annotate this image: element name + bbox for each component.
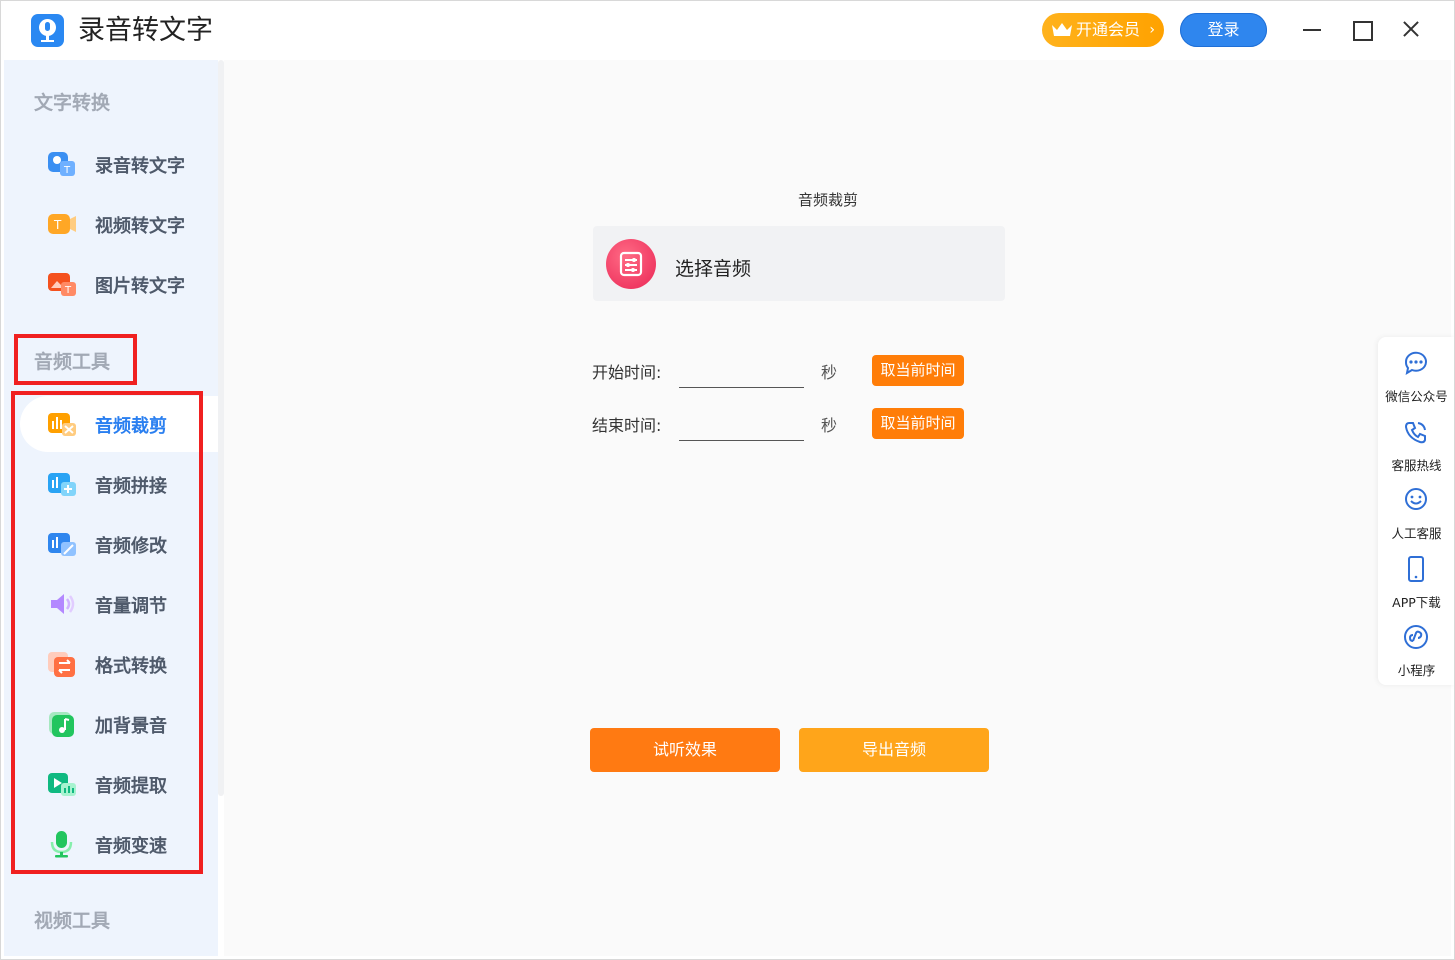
end-take-current-time-button[interactable]: 取当前时间 xyxy=(872,408,964,439)
chevron-right-icon: › xyxy=(1149,22,1155,38)
rail-label: 人工客服 xyxy=(1391,526,1442,541)
mini-program-icon xyxy=(1404,625,1428,649)
sidebar-item-label: 图片转文字 xyxy=(95,276,185,297)
app-logo-mic-icon xyxy=(31,14,64,47)
rail-label: 微信公众号 xyxy=(1385,389,1448,404)
right-service-rail: 微信公众号 客服热线 人工客服 APP下载 小程序 xyxy=(1378,337,1455,685)
volume-icon xyxy=(51,594,75,614)
sidebar-item-label: 音频拼接 xyxy=(95,476,167,497)
rail-item-mini-program[interactable]: 小程序 xyxy=(1378,615,1455,679)
sidebar-item-label: 视频转文字 xyxy=(95,216,185,237)
sidebar-item-label: 录音转文字 xyxy=(95,156,185,177)
rail-label: 小程序 xyxy=(1397,663,1436,678)
sidebar-item-video-to-text[interactable]: T 视频转文字 xyxy=(20,196,218,252)
sidebar-item-label: 音频变速 xyxy=(95,836,167,857)
close-button[interactable] xyxy=(1396,14,1426,44)
sidebar-item-label: 音频提取 xyxy=(95,776,167,797)
start-take-current-time-button[interactable]: 取当前时间 xyxy=(872,355,964,386)
section-title-video-tools: 视频工具 xyxy=(34,910,111,932)
sidebar-item-audio-edit[interactable]: 音频修改 xyxy=(20,516,218,572)
crown-icon xyxy=(1052,23,1072,36)
preview-button[interactable]: 试听效果 xyxy=(590,728,780,772)
maximize-button[interactable] xyxy=(1346,14,1376,44)
end-time-input[interactable] xyxy=(679,408,804,441)
sidebar-item-audio-merge[interactable]: 音频拼接 xyxy=(20,456,218,512)
sidebar-item-image-to-text[interactable]: T 图片转文字 xyxy=(20,256,218,312)
sidebar-item-label: 音量调节 xyxy=(95,596,167,617)
sidebar-item-label: 音频修改 xyxy=(95,536,167,557)
select-audio-button[interactable]: 选择音频 xyxy=(593,226,1005,301)
audio-extract-icon xyxy=(48,773,76,796)
rail-label: APP下载 xyxy=(1392,595,1441,610)
svg-text:T: T xyxy=(63,165,71,176)
rail-label: 客服热线 xyxy=(1391,458,1442,473)
rail-item-support[interactable]: 人工客服 xyxy=(1378,478,1455,542)
audio-merge-icon xyxy=(48,473,76,496)
sidebar-item-audio-speed[interactable]: 音频变速 xyxy=(20,816,218,872)
sidebar-item-background-music[interactable]: 加背景音 xyxy=(20,696,218,752)
audio-speed-icon xyxy=(50,831,73,858)
login-button[interactable]: 登录 xyxy=(1180,13,1267,47)
end-time-label: 结束时间: xyxy=(592,416,662,435)
sidebar-item-label: 音频裁剪 xyxy=(95,416,167,437)
format-convert-icon xyxy=(48,652,75,677)
open-vip-button[interactable]: 开通会员 › xyxy=(1042,13,1164,47)
svg-text:T: T xyxy=(64,285,72,296)
audio-edit-icon xyxy=(48,533,76,556)
sidebar: 文字转换 T 录音转文字 T 视频转文字 T 图片转文字 音频工具 音频裁剪 音… xyxy=(4,60,218,956)
app-title: 录音转文字 xyxy=(78,15,213,46)
sidebar-item-label: 格式转换 xyxy=(95,656,167,677)
title-bar: 录音转文字 开通会员 › 登录 xyxy=(0,0,1455,60)
minimize-button[interactable] xyxy=(1297,14,1327,44)
sidebar-item-label: 加背景音 xyxy=(95,716,167,737)
rail-item-wechat[interactable]: 微信公众号 xyxy=(1378,341,1455,405)
sidebar-item-audio-cut[interactable]: 音频裁剪 xyxy=(20,396,218,452)
vip-label: 开通会员 xyxy=(1076,20,1141,39)
sidebar-item-audio-to-text[interactable]: T 录音转文字 xyxy=(20,136,218,192)
svg-text:T: T xyxy=(53,218,62,232)
export-audio-button[interactable]: 导出音频 xyxy=(799,728,989,772)
support-agent-icon xyxy=(1405,488,1427,510)
audio-to-text-icon: T xyxy=(48,152,75,176)
video-to-text-icon: T xyxy=(48,214,76,234)
select-audio-label: 选择音频 xyxy=(675,258,752,280)
section-title-text-convert: 文字转换 xyxy=(34,92,111,114)
rail-item-app-download[interactable]: APP下载 xyxy=(1378,547,1455,611)
audio-settings-icon xyxy=(606,239,656,289)
mobile-icon xyxy=(1408,556,1424,582)
section-title-audio-tools: 音频工具 xyxy=(34,351,111,373)
phone-icon xyxy=(1404,422,1426,444)
end-time-unit: 秒 xyxy=(821,416,838,435)
image-to-text-icon: T xyxy=(48,273,76,296)
sidebar-item-format-convert[interactable]: 格式转换 xyxy=(20,636,218,692)
audio-cut-icon xyxy=(48,413,76,436)
sidebar-item-audio-extract[interactable]: 音频提取 xyxy=(20,756,218,812)
sidebar-item-volume[interactable]: 音量调节 xyxy=(20,576,218,632)
page-title: 音频裁剪 xyxy=(798,191,859,209)
rail-item-hotline[interactable]: 客服热线 xyxy=(1378,410,1455,474)
start-time-label: 开始时间: xyxy=(592,363,662,382)
wechat-chat-icon xyxy=(1404,351,1427,376)
start-time-input[interactable] xyxy=(679,355,804,388)
start-time-unit: 秒 xyxy=(821,363,838,382)
background-music-icon xyxy=(49,712,74,737)
